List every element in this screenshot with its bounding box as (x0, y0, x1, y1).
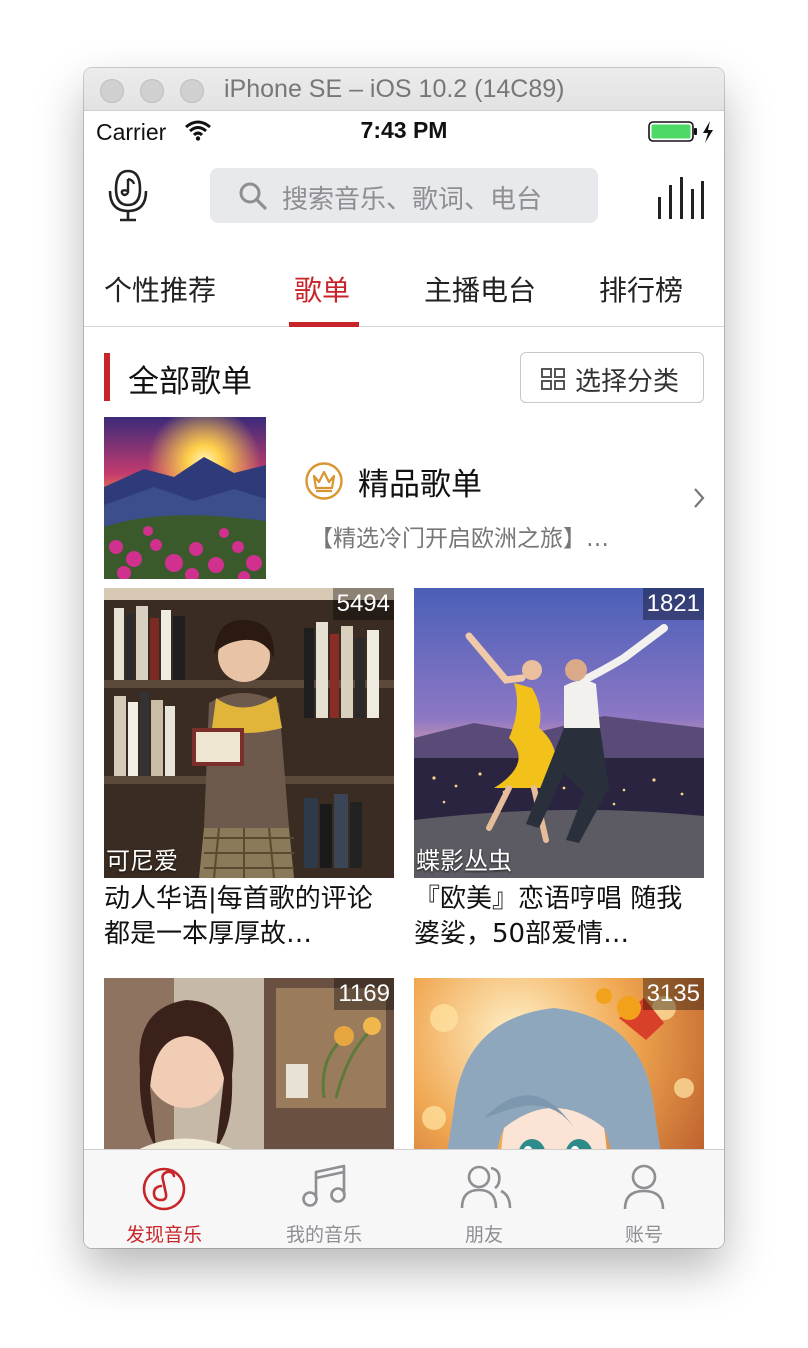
voice-search-mic-icon[interactable] (106, 167, 150, 223)
search-icon (239, 182, 267, 210)
play-count: 3135 (642, 978, 704, 1010)
tabbar-item-account[interactable]: 账号 (564, 1150, 724, 1248)
status-time: 7:43 PM (360, 117, 448, 143)
tabbar-item-my-music[interactable]: 我的音乐 (244, 1150, 404, 1248)
playlist-card[interactable]: 1821 蝶影丛虫 『欧美』恋语哼唱 随我婆娑，50部爱情… (414, 588, 704, 952)
premium-playlist-row[interactable]: 精品歌单 【精选冷门开启欧洲之旅】… (104, 417, 705, 579)
friends-icon (460, 1165, 512, 1209)
section-title: 全部歌单 (128, 364, 252, 400)
section-accent-bar (104, 353, 110, 401)
playlist-title: 动人华语|每首歌的评论都是一本厚厚故… (104, 884, 373, 949)
tab-radio[interactable]: 主播电台 (424, 269, 536, 335)
select-category-label: 选择分类 (575, 367, 680, 397)
minimize-window-button[interactable] (140, 79, 164, 103)
window-title: iPhone SE – iOS 10.2 (14C89) (224, 75, 565, 103)
chevron-right-icon (694, 488, 705, 508)
select-category-button[interactable]: 选择分类 (520, 352, 704, 403)
premium-title: 精品歌单 (358, 467, 482, 503)
premium-cover-image (104, 417, 266, 579)
app-screen: Carrier 7:43 PM 搜索音乐、歌词、电台 个性推荐 歌单 主播电台 … (84, 111, 724, 1248)
creator-name: 蝶影丛虫 (416, 847, 512, 875)
tabbar-label: 发现音乐 (125, 1224, 202, 1246)
tab-personal-recommend[interactable]: 个性推荐 (104, 269, 216, 335)
tabbar-item-discover[interactable]: 发现音乐 (84, 1150, 244, 1248)
playlist-title: 『欧美』恋语哼唱 随我婆娑，50部爱情… (414, 884, 683, 949)
bottom-tab-bar: 发现音乐 我的音乐 朋友 账号 (84, 1149, 724, 1248)
battery-icon (648, 121, 697, 142)
account-icon (623, 1164, 665, 1210)
playlist-cover-image: 5494 可尼爱 (104, 588, 394, 878)
creator-name: 可尼爱 (106, 847, 178, 875)
now-playing-bars-icon[interactable] (656, 177, 704, 219)
charging-bolt-icon (703, 121, 713, 143)
playlist-cover-image: 1821 蝶影丛虫 (414, 588, 704, 878)
tabbar-label: 我的音乐 (285, 1224, 362, 1246)
crown-icon (305, 462, 343, 500)
simulator-window: iPhone SE – iOS 10.2 (14C89) Carrier 7:4… (84, 68, 724, 1248)
playlist-card[interactable]: 5494 可尼爱 动人华语|每首歌的评论都是一本厚厚故… (104, 588, 394, 952)
grid-icon (541, 368, 565, 390)
zoom-window-button[interactable] (180, 79, 204, 103)
close-window-button[interactable] (100, 79, 124, 103)
play-count: 1169 (334, 978, 394, 1010)
tabbar-item-friends[interactable]: 朋友 (404, 1150, 564, 1248)
search-bar[interactable]: 搜索音乐、歌词、电台 (210, 168, 598, 223)
premium-subtitle: 【精选冷门开启欧洲之旅】… (310, 526, 609, 552)
music-note-icon (302, 1164, 346, 1207)
discover-music-icon (142, 1167, 186, 1211)
tabbar-label: 账号 (624, 1224, 663, 1246)
play-count: 1821 (642, 588, 704, 620)
status-bar: Carrier 7:43 PM (84, 111, 724, 153)
window-titlebar: iPhone SE – iOS 10.2 (14C89) (84, 68, 724, 111)
active-tab-indicator (289, 322, 359, 327)
search-placeholder: 搜索音乐、歌词、电台 (282, 185, 543, 215)
tabbar-label: 朋友 (464, 1224, 503, 1246)
play-count: 5494 (332, 588, 394, 620)
tab-charts[interactable]: 排行榜 (599, 269, 683, 335)
